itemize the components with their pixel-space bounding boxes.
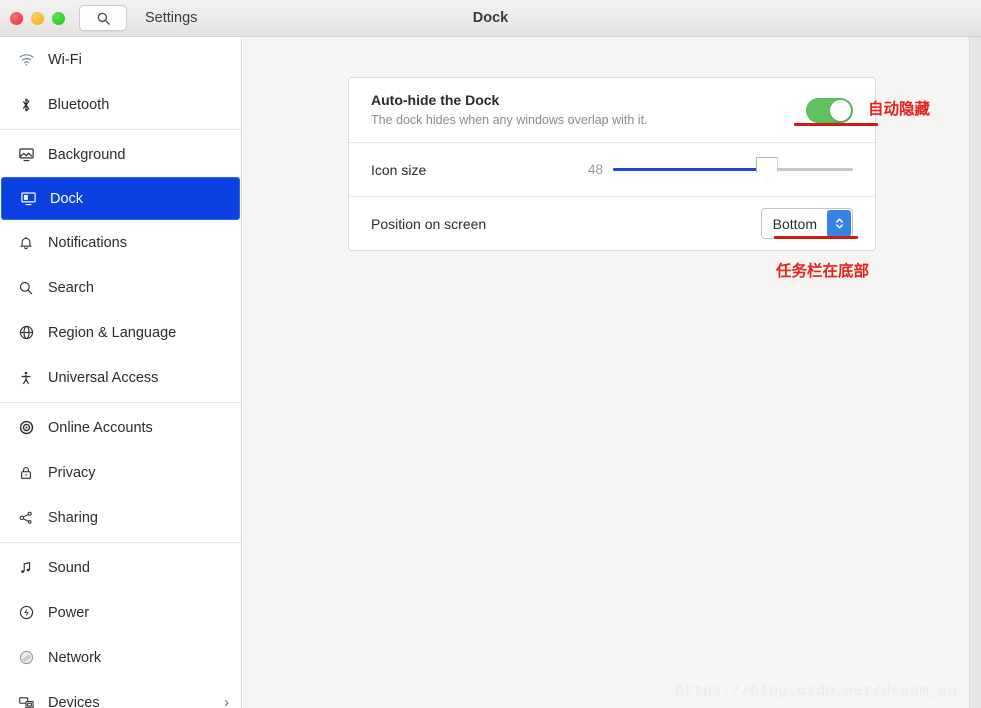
sidebar-item-notifications[interactable]: Notifications [0, 220, 241, 265]
sidebar-item-label: Devices [48, 694, 100, 708]
app-title: Settings [145, 10, 198, 26]
wifi-icon [14, 48, 38, 72]
sidebar-item-label: Privacy [48, 464, 96, 481]
sound-icon [14, 556, 38, 580]
sidebar-item-label: Search [48, 279, 94, 296]
icon-size-label: Icon size [371, 161, 427, 178]
sidebar-item-label: Sharing [48, 509, 98, 526]
settings-content-panel: Auto-hide the Dock The dock hides when a… [243, 37, 969, 708]
dock-icon [16, 187, 40, 211]
close-window-button[interactable] [10, 11, 23, 25]
position-annotation-underline [774, 236, 858, 239]
icon-size-slider-group[interactable]: 48 [585, 156, 853, 183]
settings-sidebar[interactable]: Wi-Fi Bluetooth Background Dock Notifica… [0, 37, 242, 708]
position-selected-value: Bottom [772, 215, 817, 232]
window-right-edge [969, 37, 981, 708]
position-annotation: 任务栏在底部 [776, 262, 870, 280]
sidebar-item-label: Sound [48, 559, 90, 576]
bell-icon [14, 231, 38, 255]
share-icon [14, 506, 38, 530]
auto-hide-annotation-underline [794, 123, 878, 126]
auto-hide-toggle[interactable] [806, 97, 853, 123]
sidebar-item-wifi[interactable]: Wi-Fi [0, 37, 241, 82]
sidebar-item-universal-access[interactable]: Universal Access [0, 355, 241, 400]
maximize-window-button[interactable] [52, 11, 65, 25]
sidebar-item-sharing[interactable]: Sharing [0, 495, 241, 540]
sidebar-item-label: Network [48, 649, 102, 666]
power-icon [14, 601, 38, 625]
sidebar-item-label: Notifications [48, 234, 127, 251]
sidebar-item-label: Wi-Fi [48, 51, 82, 68]
slider-fill [613, 168, 767, 172]
sidebar-item-sound[interactable]: Sound [0, 545, 241, 590]
auto-hide-row: Auto-hide the Dock The dock hides when a… [349, 78, 875, 142]
icon-size-row: Icon size 48 [349, 142, 875, 196]
sidebar-item-dock[interactable]: Dock [1, 177, 240, 220]
accessibility-icon [14, 366, 38, 390]
sidebar-item-online-accounts[interactable]: Online Accounts [0, 405, 241, 450]
settings-window: Settings Dock Wi-Fi Bluetooth Background… [0, 0, 981, 708]
sidebar-item-background[interactable]: Background [0, 132, 241, 177]
sidebar-item-label: Region & Language [48, 324, 177, 341]
sidebar-item-bluetooth[interactable]: Bluetooth [0, 82, 241, 127]
auto-hide-text: Auto-hide the Dock The dock hides when a… [371, 90, 648, 130]
dock-settings-card: Auto-hide the Dock The dock hides when a… [348, 77, 876, 252]
sidebar-item-label: Universal Access [48, 369, 159, 386]
sidebar-item-network[interactable]: Network [0, 635, 241, 680]
icon-size-slider[interactable] [613, 156, 853, 183]
chevron-updown-icon[interactable] [827, 210, 851, 238]
search-icon [14, 276, 38, 300]
sidebar-item-label: Bluetooth [48, 96, 110, 113]
auto-hide-subtitle: The dock hides when any windows overlap … [371, 113, 648, 128]
sidebar-item-devices[interactable]: Devices › [0, 680, 241, 708]
sidebar-item-label: Dock [50, 190, 84, 207]
position-label: Position on screen [371, 215, 487, 232]
sidebar-separator [0, 402, 241, 403]
auto-hide-annotation: 自动隐藏 [868, 100, 931, 118]
sidebar-separator [0, 129, 241, 130]
network-icon [14, 646, 38, 670]
sidebar-item-label: Background [48, 146, 126, 163]
background-icon [14, 143, 38, 167]
position-dropdown[interactable]: Bottom [760, 208, 853, 240]
globe-icon [14, 321, 38, 345]
sidebar-separator [0, 542, 241, 543]
position-on-screen-row: Position on screen Bottom [349, 196, 875, 250]
window-controls [0, 11, 65, 25]
sidebar-item-label: Online Accounts [48, 419, 153, 436]
search-button[interactable] [79, 5, 127, 31]
toggle-knob [830, 99, 851, 121]
icon-size-value: 48 [587, 162, 603, 178]
sidebar-item-region-language[interactable]: Region & Language [0, 310, 241, 355]
search-icon [96, 11, 111, 26]
bluetooth-icon [14, 93, 38, 117]
chevron-right-icon: › [224, 694, 229, 708]
sidebar-item-label: Power [48, 604, 90, 621]
sidebar-item-privacy[interactable]: Privacy [0, 450, 241, 495]
minimize-window-button[interactable] [31, 11, 44, 25]
online-accounts-icon [14, 416, 38, 440]
auto-hide-title: Auto-hide the Dock [371, 92, 500, 108]
lock-icon [14, 461, 38, 485]
sidebar-item-search[interactable]: Search [0, 265, 241, 310]
watermark: https://blog.csdn.net/dream_an [674, 683, 957, 700]
window-titlebar: Settings Dock [0, 0, 981, 37]
devices-icon [14, 691, 38, 708]
sidebar-item-power[interactable]: Power [0, 590, 241, 635]
slider-handle[interactable] [755, 156, 778, 183]
